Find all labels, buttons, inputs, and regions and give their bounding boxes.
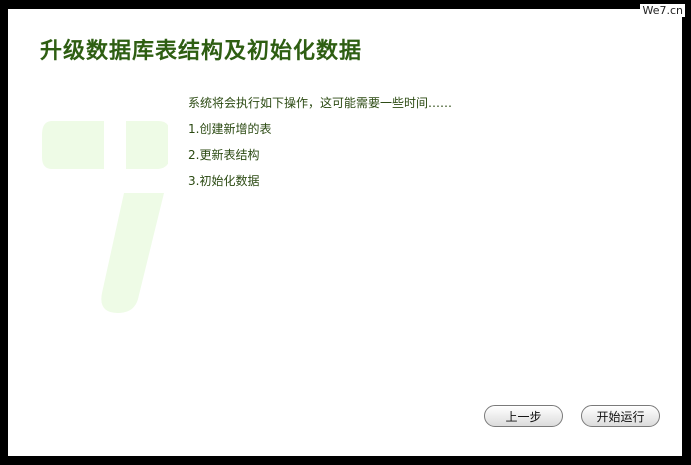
step-create-tables: 1.创建新增的表 [188, 122, 272, 136]
step-update-structure: 2.更新表结构 [188, 148, 260, 162]
start-button[interactable]: 开始运行 [581, 405, 660, 427]
page-title: 升级数据库表结构及初始化数据 [40, 38, 363, 64]
brand-label: We7.cn [640, 4, 685, 17]
step-init-data: 3.初始化数据 [188, 174, 260, 188]
intro-text: 系统将会执行如下操作，这可能需要一些时间…… [188, 96, 453, 110]
step-list: 1.创建新增的表 2.更新表结构 3.初始化数据 [188, 121, 452, 189]
operation-list: 系统将会执行如下操作，这可能需要一些时间…… 1.创建新增的表 2.更新表结构 … [188, 95, 452, 199]
we7-logo-icon [42, 121, 168, 313]
previous-button[interactable]: 上一步 [484, 405, 563, 427]
installer-panel: 升级数据库表结构及初始化数据 系统将会执行如下操作，这可能需要一些时间…… 1.… [8, 9, 682, 456]
